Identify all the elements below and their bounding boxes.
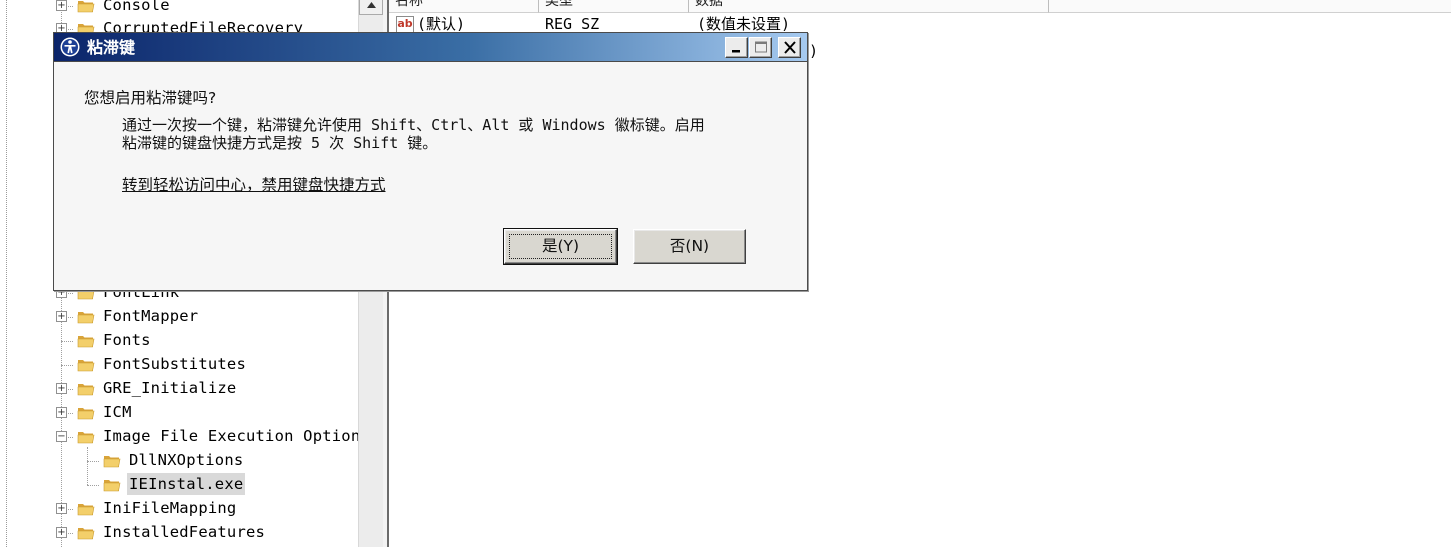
tree-node[interactable]: + GRE_Initialize — [0, 377, 358, 401]
tree-node[interactable]: + ICM — [0, 401, 358, 425]
tree-node-label[interactable]: IniFileMapping — [101, 497, 238, 519]
column-header-name[interactable]: 名称 — [389, 0, 539, 13]
minimize-button[interactable] — [725, 37, 748, 58]
expand-icon[interactable]: + — [56, 383, 67, 394]
expand-icon[interactable]: + — [56, 503, 67, 514]
tree-connector — [87, 461, 99, 462]
tree-connector — [87, 485, 99, 486]
column-header-filler — [1049, 0, 1451, 13]
column-header-data-label: 数据 — [695, 0, 723, 9]
ab-string-icon: ab — [396, 16, 414, 33]
expand-icon[interactable]: + — [56, 407, 67, 418]
tree-connector — [61, 341, 73, 342]
folder-icon — [77, 356, 95, 374]
sticky-keys-dialog: 粘滞键 您想启用粘滞键吗? 通过一次按一个键，粘滞键允许使用 Shift、Ctr… — [53, 32, 808, 291]
tree-node[interactable]: DllNXOptions — [0, 449, 358, 473]
close-icon — [784, 41, 796, 54]
folder-icon — [77, 428, 95, 446]
folder-icon — [77, 404, 95, 422]
folder-icon — [77, 308, 95, 326]
tree-node-label[interactable]: ICM — [101, 401, 134, 423]
tree-connector — [61, 365, 73, 366]
folder-icon — [77, 524, 95, 542]
folder-icon — [103, 452, 121, 470]
tree-node[interactable]: FontSubstitutes — [0, 353, 358, 377]
tree-node[interactable]: + Console — [0, 0, 358, 18]
tree-node[interactable]: IEInstal.exe — [0, 473, 358, 497]
tree-node-label[interactable]: IEInstal.exe — [127, 473, 246, 495]
expand-icon[interactable]: + — [56, 527, 67, 538]
tree-node-label[interactable]: GRE_Initialize — [101, 377, 238, 399]
minimize-icon — [732, 50, 740, 53]
column-header-type-label: 类型 — [545, 0, 573, 9]
no-button[interactable]: 否(N) — [633, 229, 746, 264]
scroll-up-arrow-icon — [367, 2, 376, 8]
tree-node[interactable]: − Image File Execution Options — [0, 425, 358, 449]
dialog-question: 您想启用粘滞键吗? — [84, 89, 217, 107]
collapse-icon[interactable]: − — [56, 431, 67, 442]
column-header-data[interactable]: 数据 — [689, 0, 1049, 13]
maximize-button[interactable] — [749, 37, 772, 58]
tree-node-label[interactable]: DllNXOptions — [127, 449, 245, 471]
tree-node-label[interactable]: FontSubstitutes — [101, 353, 248, 375]
tree-node[interactable]: + FontMapper — [0, 305, 358, 329]
ease-of-access-link[interactable]: 转到轻松访问中心，禁用键盘快捷方式 — [122, 173, 386, 195]
scroll-up-button[interactable] — [359, 0, 383, 15]
no-button-label: 否(N) — [669, 237, 710, 255]
expand-icon[interactable]: + — [56, 311, 67, 322]
tree-node[interactable]: + InstalledFeatures — [0, 521, 358, 545]
folder-icon — [77, 332, 95, 350]
dialog-description: 通过一次按一个键，粘滞键允许使用 Shift、Ctrl、Alt 或 Window… — [122, 116, 705, 152]
value-data-fragment: ) — [809, 42, 819, 60]
tree-node[interactable]: + IniFileMapping — [0, 497, 358, 521]
tree-node-label[interactable]: InstalledFeatures — [101, 521, 267, 543]
tree-node-label[interactable]: Fonts — [101, 329, 153, 351]
tree-node-label[interactable]: Console — [101, 0, 172, 16]
focus-rect — [509, 234, 612, 259]
column-header-name-label: 名称 — [395, 0, 423, 9]
maximize-icon — [755, 41, 767, 53]
dialog-title: 粘滞键 — [87, 38, 136, 57]
yes-button[interactable]: 是(Y) — [503, 228, 618, 265]
close-button[interactable] — [778, 37, 801, 58]
dialog-body: 您想启用粘滞键吗? 通过一次按一个键，粘滞键允许使用 Shift、Ctrl、Al… — [54, 62, 807, 290]
folder-icon — [77, 500, 95, 518]
dialog-titlebar[interactable]: 粘滞键 — [54, 33, 807, 62]
folder-icon — [77, 380, 95, 398]
folder-icon — [77, 0, 95, 15]
tree-node-label[interactable]: FontMapper — [101, 305, 200, 327]
accessibility-icon — [60, 37, 80, 57]
tree-node[interactable]: Fonts — [0, 329, 358, 353]
folder-icon — [103, 476, 121, 494]
expand-icon[interactable]: + — [56, 0, 67, 11]
tree-node-label[interactable]: Image File Execution Options — [101, 425, 358, 447]
column-header-type[interactable]: 类型 — [539, 0, 689, 13]
